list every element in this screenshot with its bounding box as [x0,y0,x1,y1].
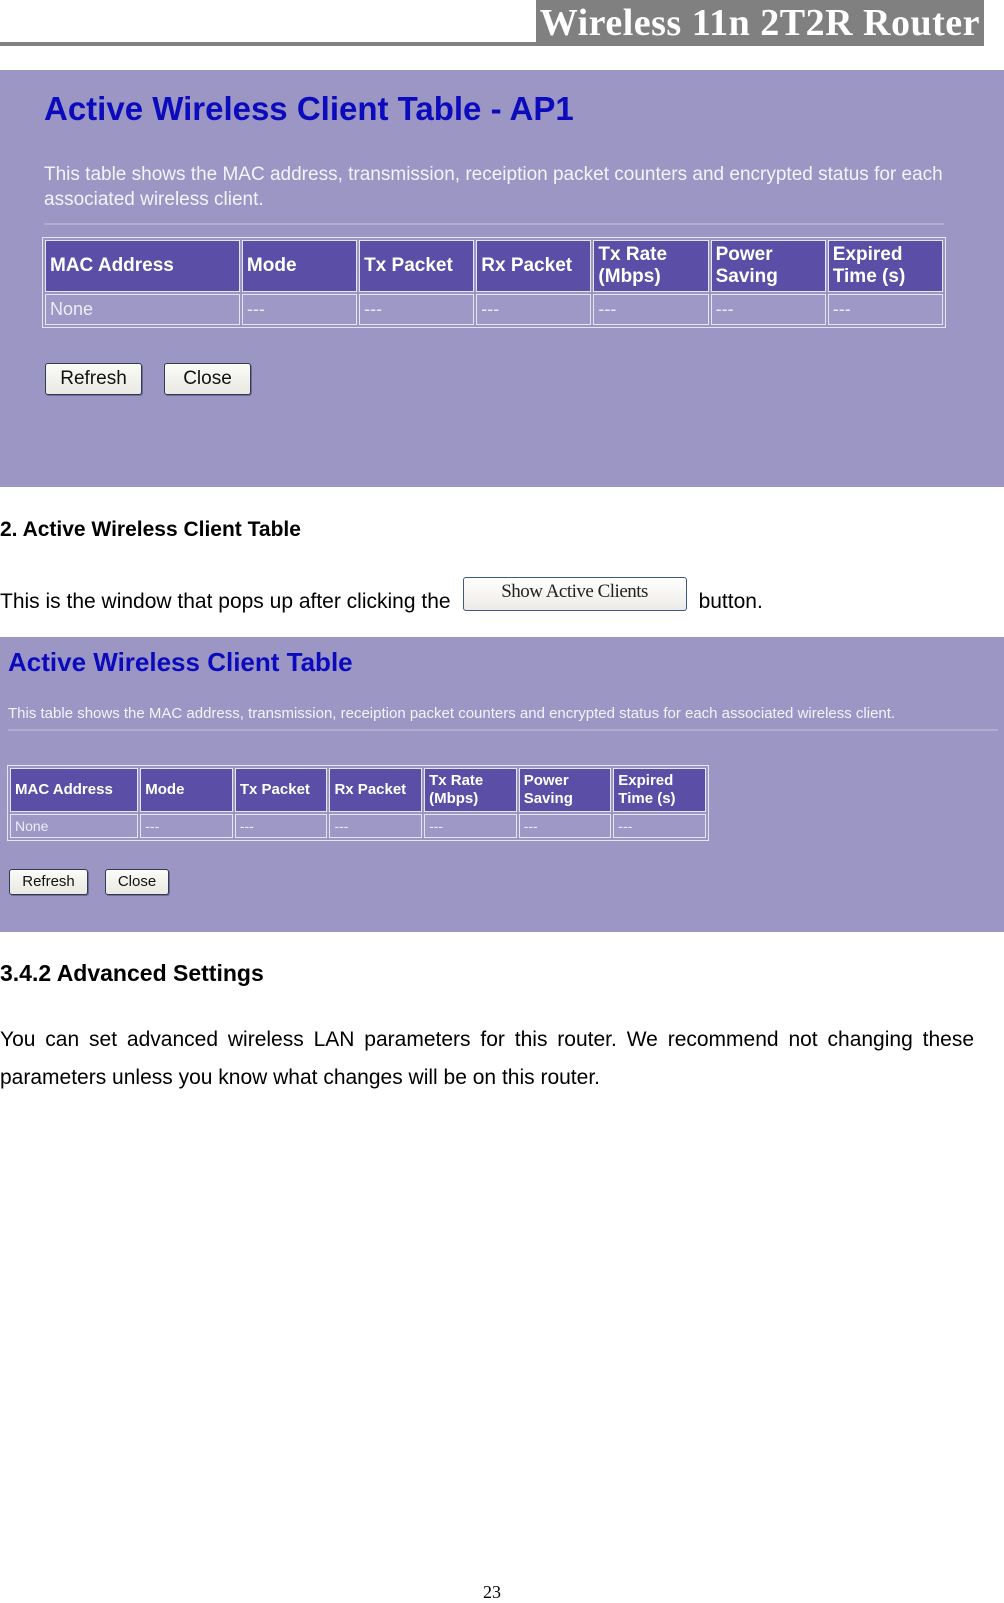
col-expired-time: Expired Time (s) [613,768,706,812]
col-expired-time: Expired Time (s) [827,240,943,292]
cell-expired-time: --- [613,814,706,838]
intro-text: This is the window that pops up after cl… [0,590,451,613]
col-mode: Mode [140,768,233,812]
table-row: None --- --- --- --- --- --- [10,814,706,838]
col-tx-rate: Tx Rate (Mbps) [593,240,709,292]
cell-mac-address: None [45,294,240,325]
intro-paragraph: This is the window that pops up after cl… [0,577,763,614]
section-heading-active-client-table: 2. Active Wireless Client Table [0,518,301,541]
col-tx-rate: Tx Rate (Mbps) [424,768,517,812]
document-header-title: Wireless 11n 2T2R Router [535,0,984,46]
close-button[interactable]: Close [164,363,251,395]
divider [44,223,944,225]
divider [8,729,998,731]
table-header-row: MAC Address Mode Tx Packet Rx Packet Tx … [10,768,706,812]
client-table-title: Active Wireless Client Table [8,647,353,677]
cell-rx-packet: --- [476,294,592,325]
col-tx-packet: Tx Packet [234,768,328,812]
col-power-saving: Power Saving [710,240,826,292]
refresh-button[interactable]: Refresh [45,363,142,395]
refresh-button[interactable]: Refresh [9,869,88,895]
intro-text-after: button. [698,590,763,613]
cell-tx-packet: --- [359,294,475,325]
client-table-description: This table shows the MAC address, transm… [8,705,896,722]
cell-power-saving: --- [518,814,612,838]
cell-tx-rate: --- [424,814,517,838]
col-rx-packet: Rx Packet [329,768,423,812]
advanced-settings-paragraph: You can set advanced wireless LAN parame… [0,1028,974,1089]
col-rx-packet: Rx Packet [476,240,592,292]
col-tx-packet: Tx Packet [359,240,475,292]
col-mode: Mode [241,240,358,292]
ap1-table-description: This table shows the MAC address, transm… [44,164,943,210]
close-button[interactable]: Close [105,869,169,895]
section-heading-advanced-settings: 3.4.2 Advanced Settings [0,960,264,986]
cell-rx-packet: --- [329,814,423,838]
cell-tx-rate: --- [593,294,709,325]
show-active-clients-button[interactable]: Show Active Clients [462,577,687,612]
client-table: MAC Address Mode Tx Packet Rx Packet Tx … [7,765,709,841]
col-mac-address: MAC Address [10,768,139,812]
screenshot-ap1-client-table: Active Wireless Client Table - AP1 This … [0,70,1004,487]
col-power-saving: Power Saving [518,768,612,812]
cell-tx-packet: --- [234,814,328,838]
ap1-client-table: MAC Address Mode Tx Packet Rx Packet Tx … [42,237,946,328]
table-header-row: MAC Address Mode Tx Packet Rx Packet Tx … [45,240,943,292]
cell-mode: --- [140,814,233,838]
cell-power-saving: --- [710,294,826,325]
screenshot-client-table: Active Wireless Client Table This table … [0,637,1004,932]
cell-expired-time: --- [827,294,943,325]
ap1-table-title: Active Wireless Client Table - AP1 [44,90,574,127]
table-row: None --- --- --- --- --- --- [45,294,943,325]
cell-mac-address: None [10,814,139,838]
cell-mode: --- [241,294,358,325]
col-mac-address: MAC Address [45,240,240,292]
